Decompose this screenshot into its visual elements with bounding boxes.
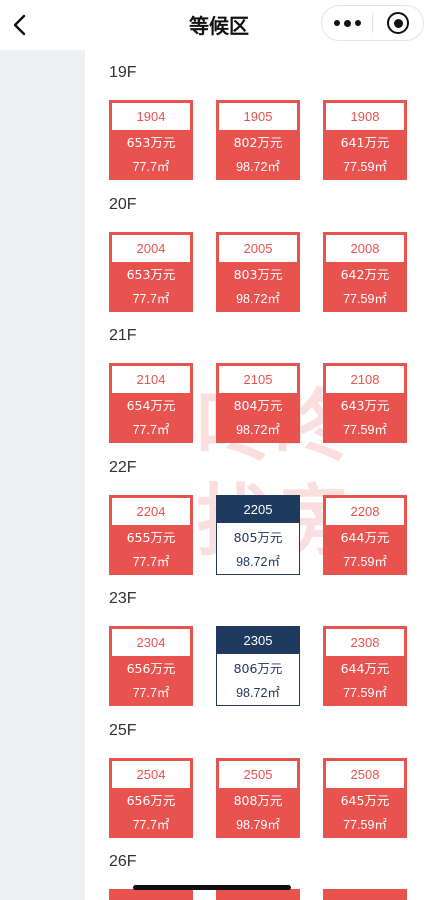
- floor-label: 26F: [109, 853, 137, 870]
- unit-area: 77.59㎡: [343, 817, 387, 832]
- unit-price: 808万元: [233, 792, 283, 808]
- unit-number: 2504: [112, 760, 190, 788]
- unit-area: 77.7㎡: [132, 817, 170, 832]
- unit-price: 806万元: [233, 661, 283, 676]
- unit-price: 656万元: [126, 792, 176, 808]
- unit-card-2204[interactable]: 2204 655万元 77.7㎡: [109, 494, 193, 575]
- unit-number: 2208: [326, 497, 404, 525]
- more-dots-icon-center: [343, 19, 351, 27]
- unit-card-2505[interactable]: 2505 808万元 98.79㎡: [216, 757, 300, 838]
- unit-price: 653万元: [126, 266, 176, 282]
- unit-area: 77.7㎡: [132, 423, 170, 437]
- unit-price: 645万元: [340, 792, 390, 808]
- unit-number: 1904: [112, 103, 190, 130]
- unit-price: 804万元: [233, 398, 283, 413]
- floor-label: 19F: [109, 64, 137, 81]
- unit-card-2004[interactable]: 2004 653万元 77.7㎡: [109, 231, 193, 312]
- unit-number: 2308: [326, 629, 404, 656]
- unit-card-2305[interactable]: 2305 806万元 98.72㎡: [216, 626, 300, 706]
- unit-card-partial[interactable]: [109, 889, 193, 900]
- unit-number: 2205: [217, 495, 299, 523]
- unit-area: 77.7㎡: [132, 291, 170, 306]
- unit-area: 77.7㎡: [132, 160, 170, 174]
- floor-label: 20F: [109, 195, 137, 213]
- building-sidebar[interactable]: [0, 50, 85, 900]
- unit-card-2208[interactable]: 2208 644万元 77.59㎡: [323, 494, 407, 575]
- unit-area: 98.79㎡: [236, 817, 280, 832]
- unit-area: 77.59㎡: [343, 291, 387, 306]
- close-mini-program-button[interactable]: [373, 6, 423, 40]
- navigation-bar: 等候区: [0, 0, 438, 50]
- unit-number: 2305: [217, 627, 299, 654]
- unit-card-2104[interactable]: 2104 654万元 77.7㎡: [109, 363, 193, 443]
- unit-price: 643万元: [340, 398, 390, 413]
- unit-area: 77.59㎡: [343, 686, 387, 700]
- floor-label: 21F: [109, 327, 137, 344]
- unit-card-2508[interactable]: 2508 645万元 77.59㎡: [323, 757, 407, 838]
- unit-card-2105[interactable]: 2105 804万元 98.72㎡: [216, 363, 300, 443]
- target-circle-icon-core: [393, 18, 403, 28]
- home-indicator: [133, 885, 291, 890]
- unit-price: 803万元: [233, 266, 283, 282]
- unit-card-partial[interactable]: [323, 889, 407, 900]
- more-button[interactable]: [322, 6, 372, 40]
- unit-card-1908[interactable]: 1908 641万元 77.59㎡: [323, 100, 407, 180]
- unit-card-2008[interactable]: 2008 642万元 77.59㎡: [323, 231, 407, 312]
- floor-label: 25F: [109, 721, 137, 739]
- unit-price: 655万元: [126, 529, 176, 545]
- unit-card-1904[interactable]: 1904 653万元 77.7㎡: [109, 100, 193, 180]
- unit-card-2304[interactable]: 2304 656万元 77.7㎡: [109, 626, 193, 706]
- unit-number: 2108: [326, 366, 404, 393]
- more-dots-icon-right: [354, 20, 361, 26]
- unit-price: 642万元: [340, 266, 390, 282]
- unit-number: 2104: [112, 366, 190, 393]
- unit-number: 2105: [219, 366, 297, 393]
- unit-number: 1905: [219, 103, 297, 130]
- unit-card-1905[interactable]: 1905 802万元 98.72㎡: [216, 100, 300, 180]
- unit-number: 2004: [112, 234, 190, 262]
- unit-area: 77.7㎡: [132, 554, 170, 569]
- unit-area: 98.72㎡: [236, 686, 280, 700]
- unit-card-2205[interactable]: 2205 805万元 98.72㎡: [216, 494, 300, 575]
- more-dots-icon: [333, 20, 340, 26]
- unit-price: 805万元: [233, 529, 283, 545]
- unit-area: 98.72㎡: [236, 554, 280, 569]
- mini-program-capsule: [321, 5, 424, 41]
- unit-card-2504[interactable]: 2504 656万元 77.7㎡: [109, 757, 193, 838]
- unit-price: 802万元: [233, 135, 283, 150]
- unit-card-partial[interactable]: [216, 889, 300, 900]
- unit-card-2108[interactable]: 2108 643万元 77.59㎡: [323, 363, 407, 443]
- unit-area: 98.72㎡: [236, 160, 280, 174]
- unit-number: 2508: [326, 760, 404, 788]
- unit-price: 644万元: [340, 529, 390, 545]
- unit-card-2005[interactable]: 2005 803万元 98.72㎡: [216, 231, 300, 312]
- unit-price: 653万元: [126, 135, 176, 150]
- unit-card-2308[interactable]: 2308 644万元 77.59㎡: [323, 626, 407, 706]
- unit-area: 98.72㎡: [236, 291, 280, 306]
- unit-number: 2505: [219, 760, 297, 788]
- unit-area: 77.59㎡: [343, 160, 387, 174]
- unit-number: 2304: [112, 629, 190, 656]
- unit-number: 1908: [326, 103, 404, 130]
- floor-label: 22F: [109, 458, 137, 476]
- unit-area: 77.59㎡: [343, 423, 387, 437]
- unit-price: 654万元: [126, 398, 176, 413]
- unit-price: 644万元: [340, 661, 390, 676]
- floor-label: 23F: [109, 590, 137, 607]
- unit-area: 98.72㎡: [236, 423, 280, 437]
- unit-number: 2008: [326, 234, 404, 262]
- unit-price: 641万元: [340, 135, 390, 150]
- unit-area: 77.7㎡: [132, 686, 170, 700]
- unit-price: 656万元: [126, 661, 176, 676]
- unit-number: 2005: [219, 234, 297, 262]
- unit-number: 2204: [112, 497, 190, 525]
- unit-area: 77.59㎡: [343, 554, 387, 569]
- unit-grid: 咚咚 找房 19F1904653万元77.7㎡1905802万元98.72㎡19…: [85, 50, 438, 900]
- target-circle-icon: [387, 12, 409, 34]
